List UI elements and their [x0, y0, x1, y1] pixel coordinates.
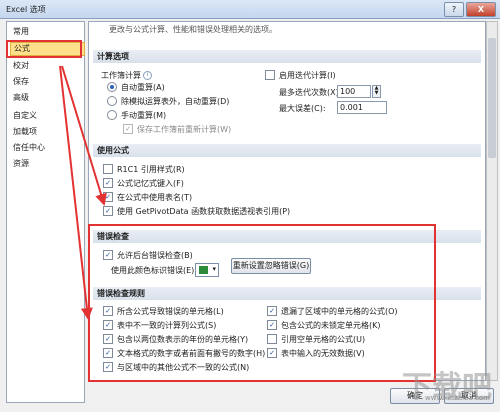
watermark-url: www.xiazaiba.com — [425, 394, 490, 402]
excel-options-window: Excel 选项 ? X 常用 公式 校对 保存 高级 自定义 加载项 信任中心… — [0, 0, 500, 412]
annotation-arrows — [59, 65, 107, 320]
